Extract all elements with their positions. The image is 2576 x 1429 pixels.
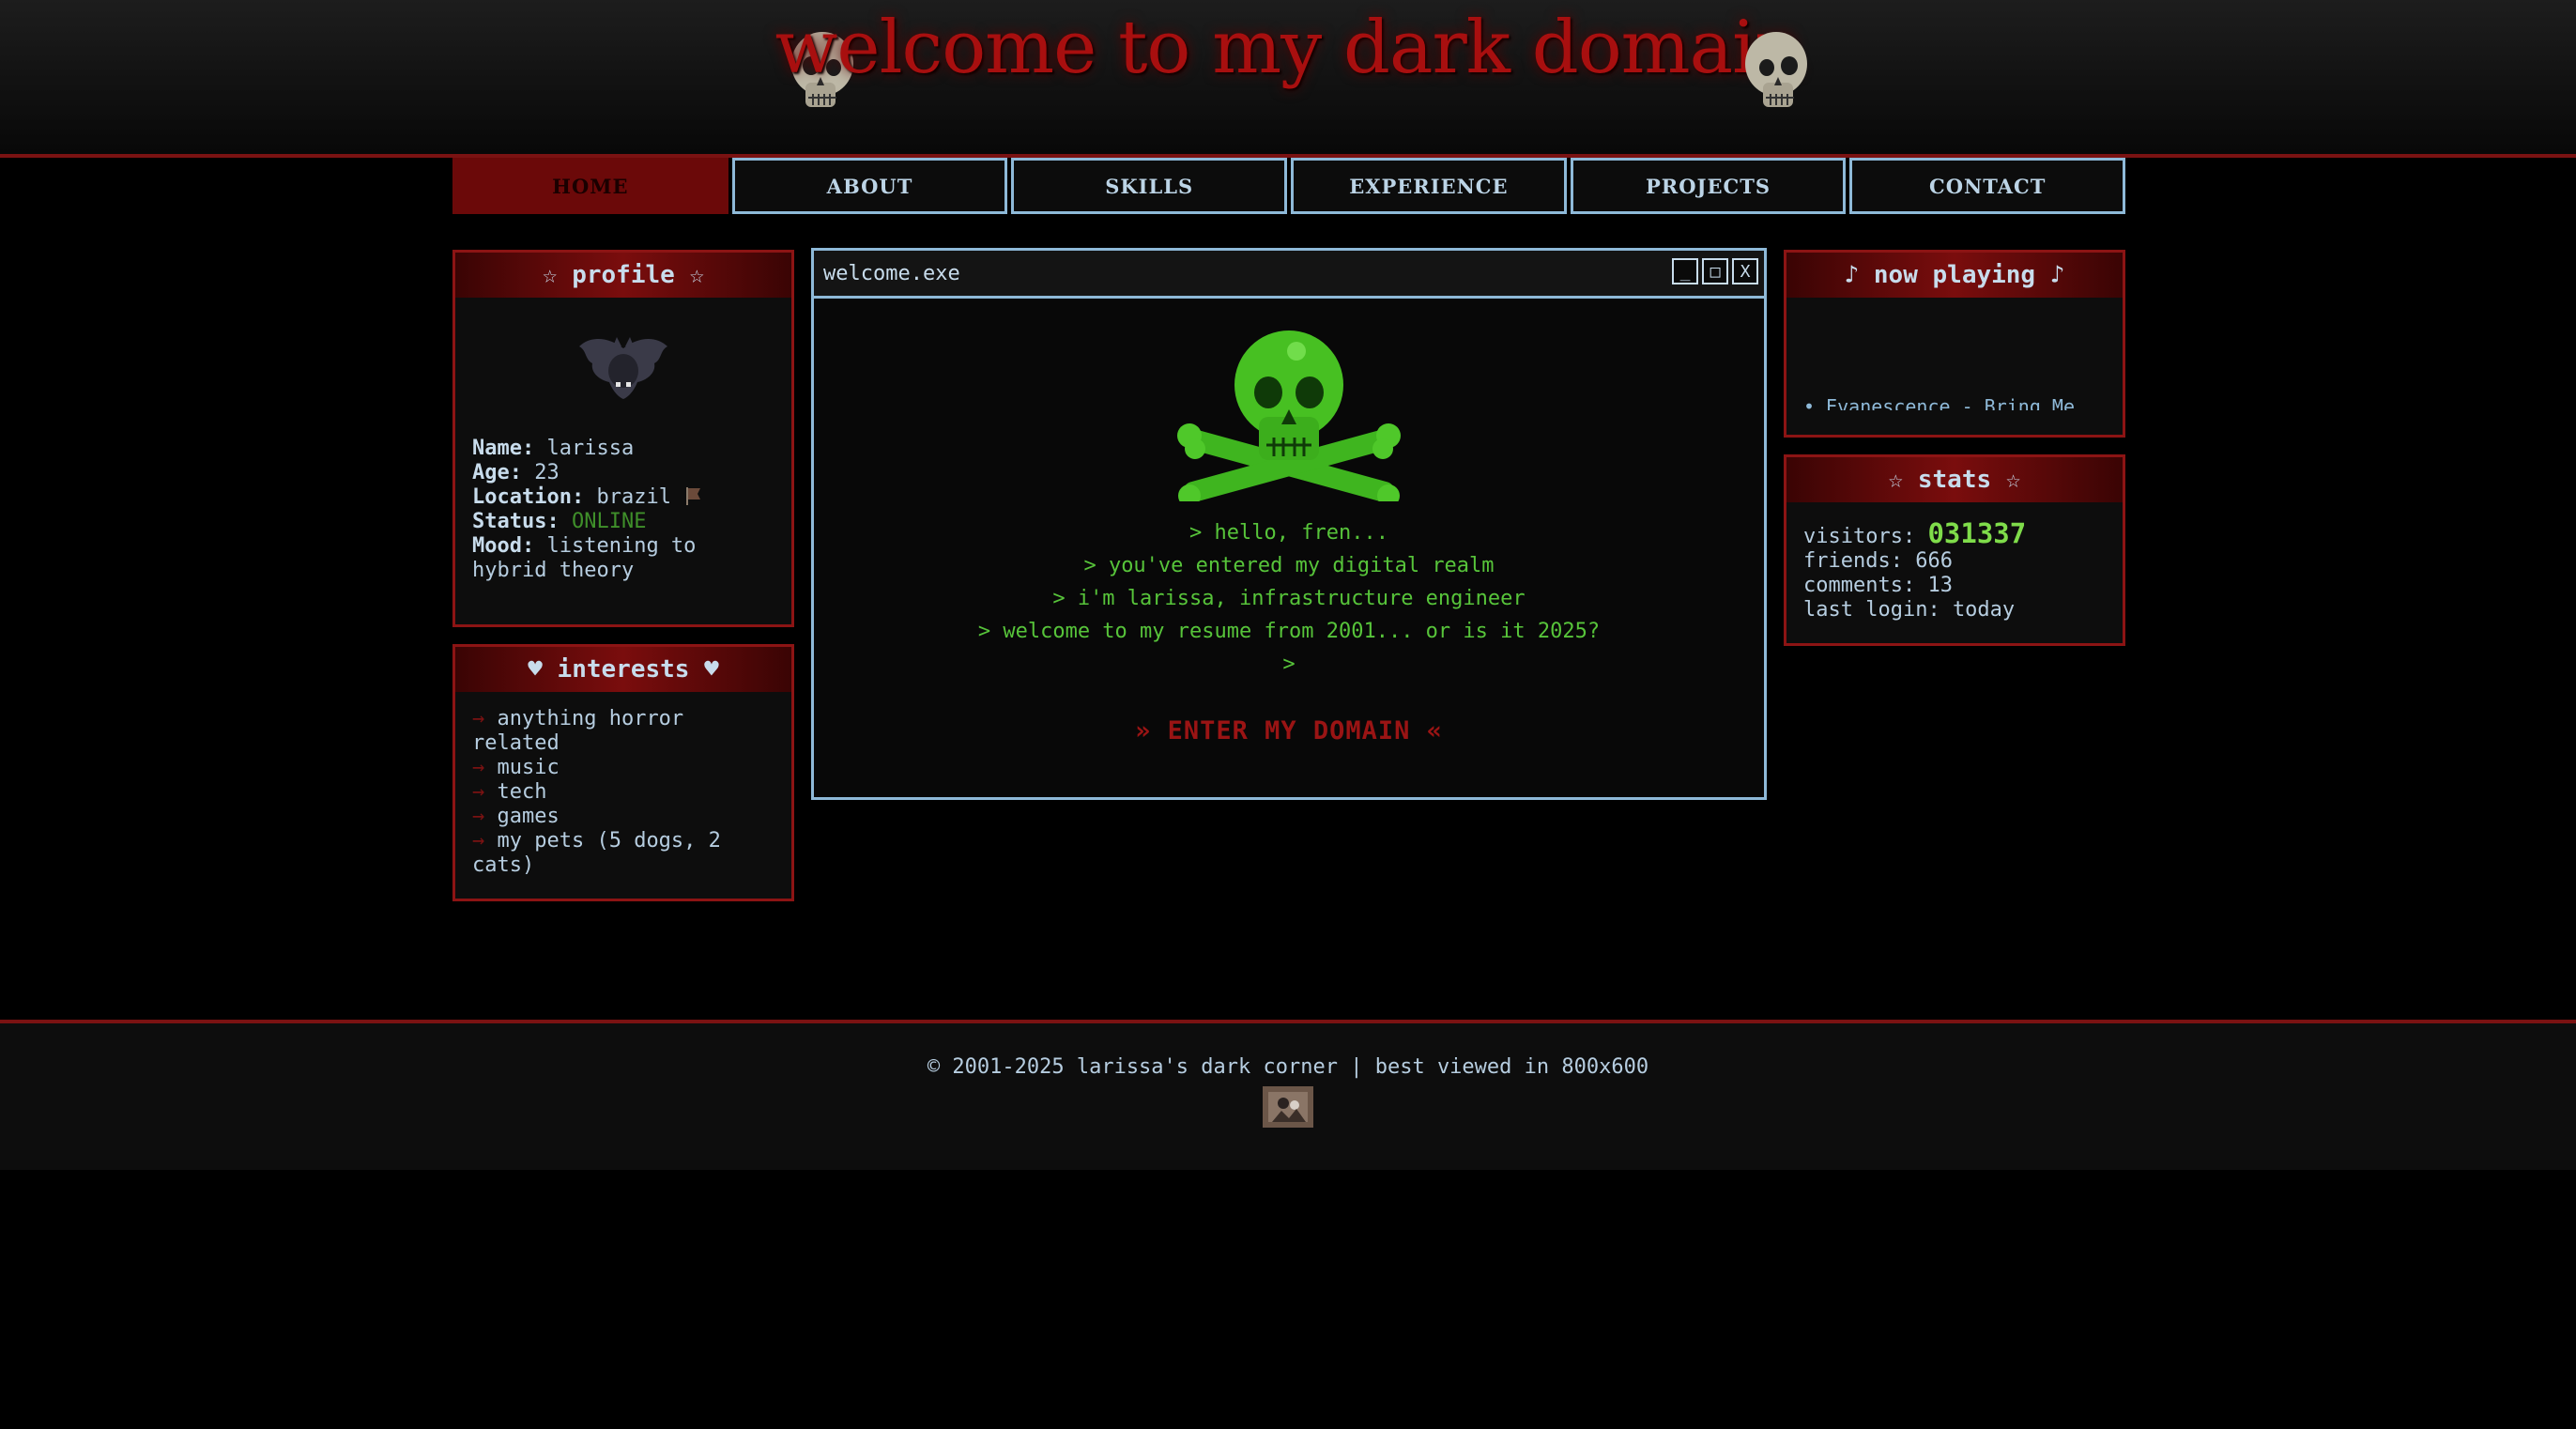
minimize-button[interactable]: _ <box>1672 258 1698 284</box>
site-header: welcome to my dark domain <box>0 0 2576 158</box>
window-titlebar[interactable]: welcome.exe _ □ X <box>814 251 1764 299</box>
profile-age-row: Age: 23 <box>472 461 774 485</box>
last-login-stat: last login: today <box>1803 598 2016 622</box>
visitor-counter: 031337 <box>1927 517 2027 549</box>
list-item: → games <box>472 805 774 829</box>
footer-text: © 2001-2025 larissa's dark corner | best… <box>927 1055 1649 1079</box>
site-title: welcome to my dark domain <box>774 6 1802 90</box>
nav-projects-button[interactable]: PROJECTS <box>1570 158 1847 214</box>
main-nav: HOME ABOUT SKILLS EXPERIENCE PROJECTS CO… <box>452 158 2126 216</box>
interest-label: tech <box>497 780 547 804</box>
list-item: → anything horror related <box>472 707 774 756</box>
bat-icon <box>579 337 667 399</box>
profile-heading: ☆ profile ☆ <box>455 253 791 298</box>
friends-stat: friends: 666 <box>1803 549 1953 573</box>
interest-label: music <box>497 756 560 779</box>
interest-label: games <box>497 805 560 828</box>
skull-crossbones-icon <box>1177 330 1401 507</box>
list-item: → my pets (5 dogs, 2 cats) <box>472 829 774 878</box>
skull-icon <box>1745 32 1807 107</box>
profile-location-value: brazil <box>596 485 671 509</box>
enter-domain-link[interactable]: » ENTER MY DOMAIN « <box>814 716 1764 745</box>
terminal-output: > hello, fren... > you've entered my dig… <box>814 516 1764 681</box>
bullet-arrow-icon: → <box>472 829 485 853</box>
profile-location-row: Location: brazil <box>472 485 774 510</box>
stats-heading: ☆ stats ☆ <box>1786 457 2123 502</box>
nav-skills-button[interactable]: SKILLS <box>1011 158 1288 214</box>
interests-heading: ♥ interests ♥ <box>455 647 791 692</box>
now-playing-heading: ♪ now playing ♪ <box>1786 253 2123 298</box>
terminal-line: > hello, fren... <box>1189 521 1388 545</box>
terminal-line: > welcome to my resume from 2001... or i… <box>977 620 1601 643</box>
bullet-arrow-icon: → <box>472 805 485 828</box>
visitors-label: visitors: <box>1803 525 1916 548</box>
terminal-line: > <box>1282 653 1296 676</box>
list-item: → music <box>472 756 774 780</box>
welcome-window: welcome.exe _ □ X > hello, fren... > you <box>811 248 1767 800</box>
bullet-arrow-icon: → <box>472 707 485 730</box>
interests-panel: ♥ interests ♥ → anything horror related … <box>452 644 794 901</box>
terminal-line: > you've entered my digital realm <box>1083 554 1495 577</box>
profile-status-value: ONLINE <box>571 510 647 533</box>
bullet-arrow-icon: → <box>472 756 485 779</box>
interest-label: anything horror related <box>472 707 684 755</box>
profile-name-label: Name: <box>472 437 535 460</box>
window-title: welcome.exe <box>823 261 960 285</box>
flag-icon <box>686 487 701 505</box>
profile-mood-label: Mood: <box>472 534 535 558</box>
site-footer: © 2001-2025 larissa's dark corner | best… <box>0 1020 2576 1170</box>
profile-name-row: Name: larissa <box>472 437 774 461</box>
bullet-arrow-icon: → <box>472 780 485 804</box>
now-playing-panel: ♪ now playing ♪ • Evanescence - Bring Me <box>1784 250 2125 438</box>
profile-age-label: Age: <box>472 461 522 484</box>
nav-experience-button[interactable]: EXPERIENCE <box>1291 158 1567 214</box>
visitors-row: visitors: 031337 <box>1803 520 2106 549</box>
profile-location-label: Location: <box>472 485 585 509</box>
footer-badge-icon <box>1263 1086 1313 1128</box>
comments-stat: comments: 13 <box>1803 574 1953 597</box>
terminal-line: > i'm larissa, infrastructure engineer <box>1052 587 1526 610</box>
profile-status-row: Status: ONLINE <box>472 510 774 534</box>
nav-home-button[interactable]: HOME <box>452 158 728 214</box>
stats-panel: ☆ stats ☆ visitors: 031337 friends: 666 … <box>1784 454 2125 646</box>
profile-age-value: 23 <box>534 461 560 484</box>
profile-status-label: Status: <box>472 510 560 533</box>
profile-mood-row: Mood: listening to hybrid theory <box>472 534 774 583</box>
profile-name-value: larissa <box>546 437 635 460</box>
profile-panel: ☆ profile ☆ Name: larissa Age: 23 Locati… <box>452 250 794 627</box>
interest-label: my pets (5 dogs, 2 cats) <box>472 829 721 877</box>
nav-about-button[interactable]: ABOUT <box>731 158 1008 214</box>
list-item: → tech <box>472 780 774 805</box>
marquee: • Evanescence - Bring Me <box>1786 298 2123 410</box>
close-button[interactable]: X <box>1732 258 1758 284</box>
maximize-button[interactable]: □ <box>1702 258 1728 284</box>
now-playing-track: • Evanescence - Bring Me <box>1803 395 2075 410</box>
nav-contact-button[interactable]: CONTACT <box>1849 158 2126 214</box>
